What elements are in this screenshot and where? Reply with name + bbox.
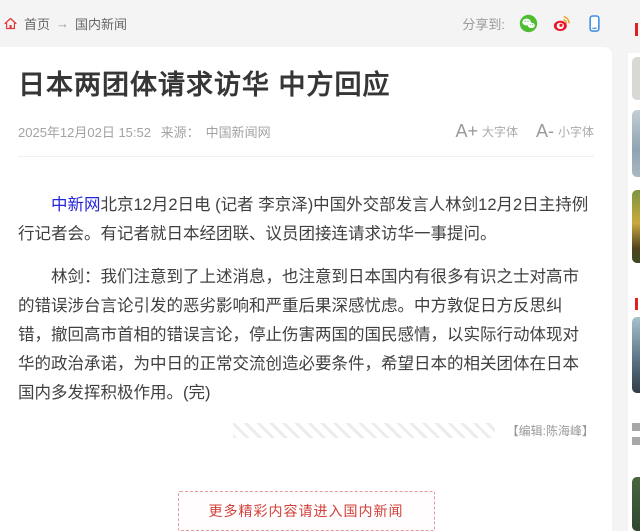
- sidebar-thumbnail[interactable]: [632, 190, 640, 263]
- font-larger-label: 大字体: [481, 125, 518, 139]
- sidebar-section-marker: [635, 298, 638, 310]
- stripe-decoration: [232, 423, 495, 438]
- sidebar-text-fragment: [632, 437, 640, 445]
- breadcrumb: 首页 → 国内新闻: [3, 14, 127, 33]
- header-divider: [18, 156, 594, 157]
- page: 首页 → 国内新闻 分享到: 日本两团体请求访华 中方回应 2025年12月02…: [0, 0, 640, 531]
- article-card: 日本两团体请求访华 中方回应 2025年12月02日 15:52 来源： 中国新闻…: [0, 47, 612, 531]
- breadcrumb-current-link[interactable]: 国内新闻: [75, 14, 127, 33]
- sidebar-thumbnail[interactable]: [632, 317, 640, 393]
- article-body: 中新网北京12月2日电 (记者 李京泽)中国外交部发言人林剑12月2日主持例行记…: [18, 191, 594, 408]
- font-larger-button[interactable]: A+ 大字体: [455, 121, 518, 142]
- chinanews-link[interactable]: 中新网: [51, 196, 101, 214]
- editor-credit: 【编辑:陈海峰】: [506, 424, 594, 438]
- article-datetime: 2025年12月02日 15:52: [18, 125, 151, 140]
- source-label: 来源：: [160, 125, 200, 140]
- sidebar-thumbnail[interactable]: [632, 57, 640, 100]
- share-bar: 分享到:: [462, 14, 608, 33]
- paragraph-text: 北京12月2日电 (记者 李京泽)中国外交部发言人林剑12月2日主持例行记者会。…: [18, 196, 589, 243]
- sidebar-thumbnail[interactable]: [632, 477, 640, 531]
- source-name: 中国新闻网: [205, 125, 271, 140]
- share-label: 分享到:: [462, 17, 505, 32]
- breadcrumb-home-link[interactable]: 首页: [24, 14, 50, 33]
- article-paragraph: 中新网北京12月2日电 (记者 李京泽)中国外交部发言人林剑12月2日主持例行记…: [18, 191, 594, 249]
- editor-row: 【编辑:陈海峰】: [18, 422, 594, 439]
- article-meta: 2025年12月02日 15:52 来源： 中国新闻网 A+ 大字体 A- 小字体: [18, 121, 594, 142]
- wechat-icon[interactable]: [519, 14, 538, 33]
- paragraph-text: 林剑：我们注意到了上述消息，也注意到日本国内有很多有识之士对高市的错误涉台言论引…: [18, 268, 579, 402]
- font-size-controls: A+ 大字体 A- 小字体: [455, 121, 594, 142]
- font-smaller-symbol: A-: [535, 121, 554, 141]
- sidebar-section-marker: [635, 23, 638, 36]
- article-paragraph: 林剑：我们注意到了上述消息，也注意到日本国内有很多有识之士对高市的错误涉台言论引…: [18, 263, 594, 408]
- weibo-icon[interactable]: [552, 14, 571, 33]
- font-larger-symbol: A+: [455, 121, 478, 141]
- mobile-icon[interactable]: [585, 14, 604, 33]
- sidebar-sliver: [628, 53, 640, 531]
- font-smaller-button[interactable]: A- 小字体: [536, 121, 594, 142]
- top-bar: 首页 → 国内新闻 分享到:: [0, 0, 612, 47]
- page-title: 日本两团体请求访华 中方回应: [18, 70, 391, 100]
- more-content-button[interactable]: 更多精彩内容请进入国内新闻: [177, 491, 435, 531]
- sidebar-text-fragment: [632, 423, 640, 431]
- font-smaller-label: 小字体: [557, 125, 594, 139]
- breadcrumb-separator: →: [56, 16, 70, 31]
- more-row: 更多精彩内容请进入国内新闻: [18, 491, 594, 531]
- article-meta-left: 2025年12月02日 15:52 来源： 中国新闻网: [18, 122, 277, 141]
- sidebar-thumbnail[interactable]: [632, 110, 640, 177]
- home-icon[interactable]: [3, 16, 18, 31]
